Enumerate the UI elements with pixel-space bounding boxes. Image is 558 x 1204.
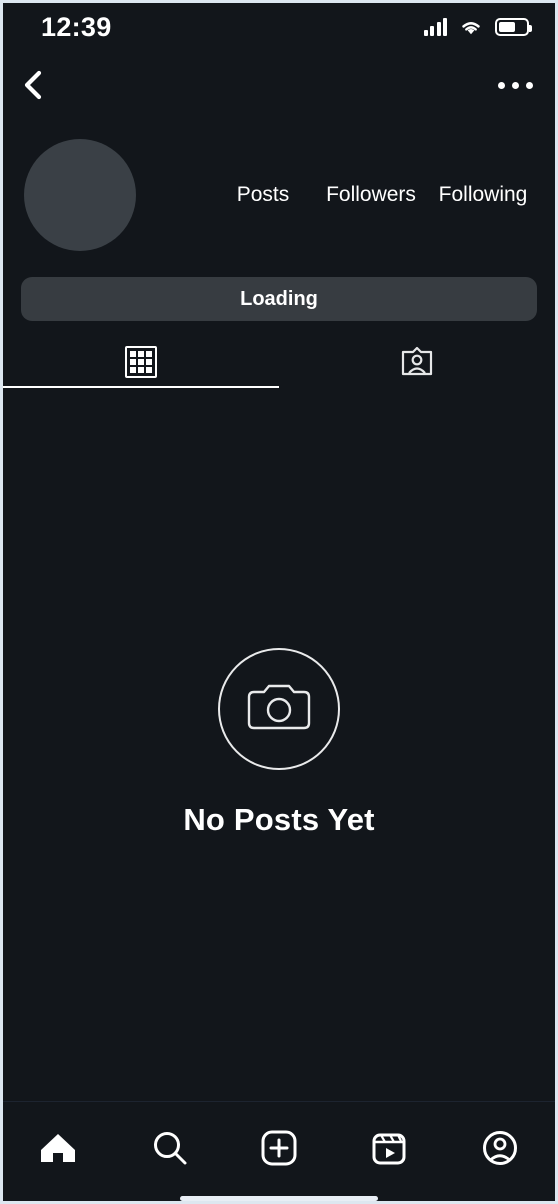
nav-reels[interactable]: [334, 1124, 444, 1172]
nav-create[interactable]: [224, 1124, 334, 1172]
bottom-navigation: [3, 1101, 555, 1201]
empty-state: No Posts Yet: [3, 648, 555, 838]
chevron-left-icon: [24, 70, 42, 100]
profile-header: [3, 51, 555, 119]
back-button[interactable]: [19, 65, 47, 105]
plus-square-icon: [261, 1130, 297, 1166]
stat-followers[interactable]: Followers: [315, 182, 427, 207]
empty-state-title: No Posts Yet: [183, 802, 375, 837]
grid-icon: [125, 346, 157, 378]
stat-following-label: Following: [438, 183, 528, 207]
wifi-icon: [462, 21, 480, 34]
tab-tagged[interactable]: [279, 336, 555, 388]
search-icon: [153, 1132, 187, 1165]
camera-icon: [247, 684, 311, 730]
nav-home[interactable]: [3, 1124, 113, 1172]
profile-action-button[interactable]: Loading: [21, 277, 537, 321]
tab-posts-grid[interactable]: [3, 336, 279, 388]
avatar[interactable]: [24, 139, 136, 251]
home-icon: [41, 1134, 76, 1162]
phone-screen: 12:39 Posts Followers Following Loading …: [0, 0, 558, 1204]
stat-following[interactable]: Following: [427, 182, 539, 207]
profile-tabs: [3, 336, 555, 388]
tagged-person-icon: [401, 346, 433, 376]
nav-profile[interactable]: [445, 1124, 555, 1172]
status-bar-indicators: [423, 18, 532, 37]
more-options-icon: [498, 81, 505, 89]
status-bar-clock: 12:39: [41, 11, 112, 42]
status-bar: 12:39: [3, 3, 555, 51]
cellular-signal-icon: [423, 18, 447, 36]
stat-posts[interactable]: Posts: [211, 182, 315, 207]
home-indicator: [180, 1196, 378, 1201]
more-options-button[interactable]: [498, 81, 533, 89]
stat-followers-label: Followers: [326, 183, 416, 207]
profile-circle-icon: [482, 1131, 517, 1165]
nav-search[interactable]: [113, 1124, 223, 1172]
profile-summary: Posts Followers Following: [3, 133, 555, 257]
camera-circle: [218, 648, 340, 770]
stat-posts-label: Posts: [236, 183, 290, 207]
profile-stats: Posts Followers Following: [136, 182, 555, 207]
profile-action-button-label: Loading: [240, 287, 318, 310]
battery-icon: [495, 18, 532, 36]
reels-icon: [372, 1133, 406, 1165]
